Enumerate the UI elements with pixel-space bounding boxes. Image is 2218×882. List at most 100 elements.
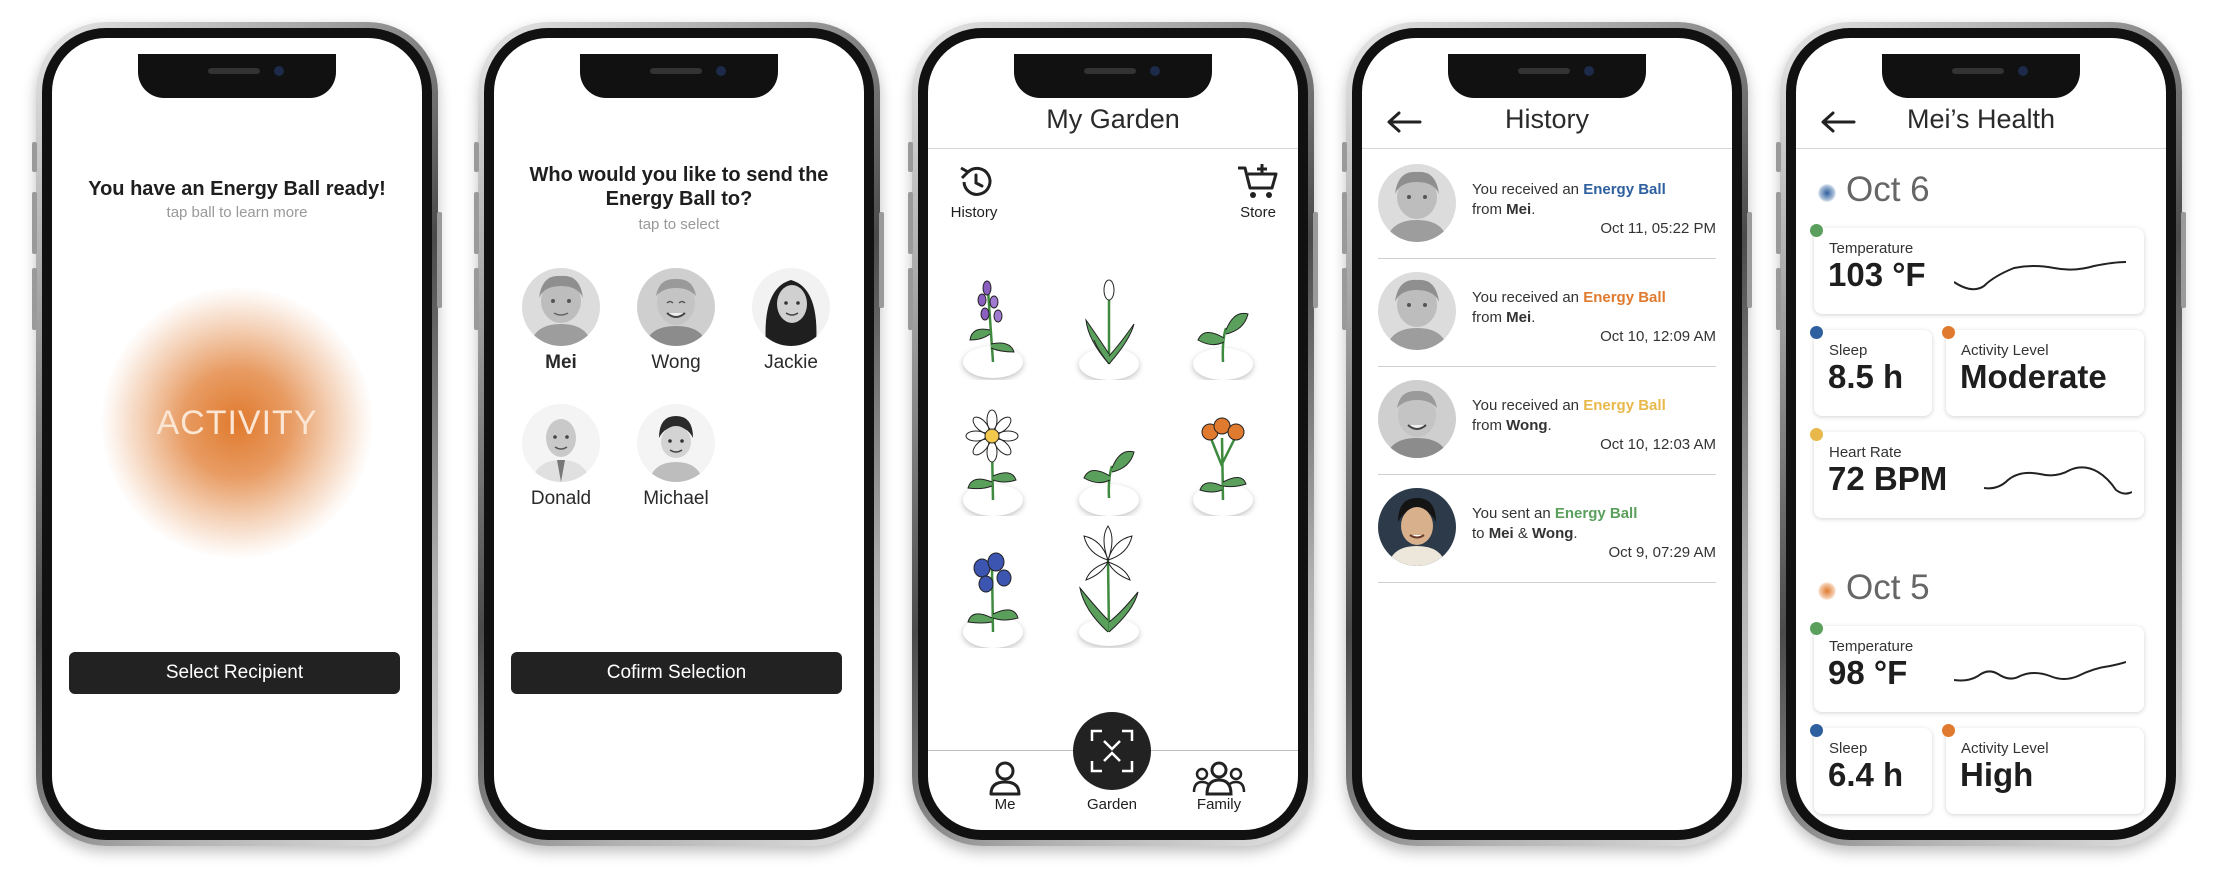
recipient-heading-line1: Who would you like to send the: [529, 164, 829, 186]
history-timestamp: Oct 11, 05:22 PM: [1600, 220, 1716, 237]
temperature-sparkline: [1954, 261, 2126, 291]
side-button: [474, 192, 479, 254]
energy-ball-tag-orange: Energy Ball: [1583, 289, 1666, 306]
day-date: Oct 5: [1846, 568, 1930, 607]
history-message: You sent an Energy Ball to Mei & Wong.: [1472, 505, 1638, 542]
avatar-wong: [1378, 380, 1456, 458]
recipient-heading-line2: Energy Ball to?: [605, 188, 753, 210]
status-dot-orange: [1942, 724, 1955, 737]
heart-rate-card[interactable]: Heart Rate 72 BPM: [1810, 428, 2144, 518]
notch: [1014, 54, 1212, 98]
history-button[interactable]: History: [940, 162, 1004, 226]
day-dot-orange: [1818, 582, 1836, 600]
sleep-card[interactable]: Sleep 6.4 h: [1810, 724, 1932, 814]
garden-scan-icon: [1073, 712, 1151, 790]
history-label: History: [950, 204, 998, 221]
heart-rate-sparkline: [1984, 466, 2132, 495]
history-row[interactable]: You received an Energy Ball from Mei. Oc…: [1378, 150, 1716, 259]
sleep-value: 6.4 h: [1828, 756, 1904, 793]
temperature-card[interactable]: Temperature 98 °F: [1810, 622, 2144, 712]
history-timestamp: Oct 10, 12:09 AM: [1600, 328, 1716, 345]
temperature-value: 103 °F: [1828, 256, 1926, 293]
status-dot-blue: [1810, 326, 1823, 339]
sleep-label: Sleep: [1829, 740, 1868, 757]
side-button: [474, 268, 479, 330]
history-row[interactable]: You sent an Energy Ball to Mei & Wong. O…: [1378, 474, 1716, 583]
avatar-mei[interactable]: [522, 268, 600, 346]
sleep-value: 8.5 h: [1828, 358, 1904, 395]
status-dot-orange: [1942, 326, 1955, 339]
status-dot-blue: [1810, 724, 1823, 737]
garden-flower-lily[interactable]: [1068, 524, 1150, 646]
garden-flower-lavender[interactable]: [952, 270, 1034, 380]
health-title-bar: Mei’s Health: [1796, 100, 2166, 149]
energy-ball-label: ACTIVITY: [156, 404, 318, 442]
phone-history: History You received an Energy Ball from…: [1342, 22, 1752, 846]
tab-me[interactable]: Me: [972, 758, 1036, 822]
temperature-sparkline: [1954, 661, 2126, 682]
history-row[interactable]: You received an Energy Ball from Wong. O…: [1378, 366, 1716, 475]
energy-ball-tag-yellow: Energy Ball: [1583, 397, 1666, 414]
screen-energy-ball: You have an Energy Ball ready! tap ball …: [52, 38, 422, 830]
side-button: [1313, 212, 1318, 308]
page-title: History: [1504, 104, 1589, 134]
status-dot-green: [1810, 622, 1823, 635]
person-name-michael: Michael: [643, 488, 709, 509]
avatar-jackie[interactable]: [752, 268, 830, 346]
garden-flower-orange-marigold[interactable]: [1182, 406, 1264, 516]
garden-flower-seedling[interactable]: [1182, 270, 1264, 380]
garden-flower-sprout-bud[interactable]: [1068, 270, 1150, 380]
side-button: [1747, 212, 1752, 308]
avatar-michael[interactable]: [637, 404, 715, 482]
side-button: [32, 192, 37, 254]
activity-card[interactable]: Activity Level Moderate: [1942, 326, 2144, 416]
family-icon: [1192, 761, 1246, 796]
side-button: [1342, 142, 1347, 172]
page-title: My Garden: [1046, 104, 1180, 134]
history-message: You received an Energy Ball from Mei.: [1472, 289, 1666, 326]
history-row[interactable]: You received an Energy Ball from Mei. Oc…: [1378, 258, 1716, 367]
history-timestamp: Oct 9, 07:29 AM: [1608, 544, 1716, 561]
tab-garden[interactable]: Garden: [1073, 712, 1151, 822]
avatar-self: [1378, 488, 1456, 566]
notch: [138, 54, 336, 98]
side-button: [32, 268, 37, 330]
energy-ball[interactable]: ACTIVITY: [102, 288, 372, 558]
cart-plus-icon: [1238, 164, 1278, 198]
tab-family[interactable]: Family: [1184, 758, 1254, 822]
status-dot-green: [1810, 224, 1823, 237]
side-button: [1776, 142, 1781, 172]
avatar-mei: [1378, 272, 1456, 350]
notch: [1882, 54, 2080, 98]
avatar-wong[interactable]: [637, 268, 715, 346]
activity-label: Activity Level: [1961, 740, 2049, 757]
select-recipient-button[interactable]: Select Recipient: [69, 652, 400, 694]
activity-card[interactable]: Activity Level High: [1942, 724, 2144, 814]
energy-ball-subheading: tap ball to learn more: [166, 204, 308, 221]
person-name-donald: Donald: [530, 488, 592, 509]
history-message: You received an Energy Ball from Mei.: [1472, 181, 1666, 218]
garden-flower-seedling-small[interactable]: [1068, 406, 1150, 516]
side-button: [1776, 192, 1781, 254]
garden-title-bar: My Garden: [928, 100, 1298, 149]
side-button: [437, 212, 442, 308]
side-button: [1342, 192, 1347, 254]
garden-flower-bluebell[interactable]: [952, 538, 1034, 648]
store-button[interactable]: Store: [1224, 162, 1288, 226]
temperature-card[interactable]: Temperature 103 °F: [1810, 224, 2144, 314]
temperature-value: 98 °F: [1828, 654, 1908, 691]
energy-ball-heading: You have an Energy Ball ready!: [88, 178, 386, 200]
avatar-donald[interactable]: [522, 404, 600, 482]
garden-flower-daisy[interactable]: [952, 406, 1034, 516]
person-name-jackie: Jackie: [764, 352, 818, 373]
notch: [1448, 54, 1646, 98]
tab-me-label: Me: [994, 796, 1016, 813]
activity-value: High: [1960, 756, 2034, 793]
temperature-label: Temperature: [1829, 638, 1914, 655]
phone-my-garden: My Garden History Store Me Garden Family: [908, 22, 1318, 846]
confirm-selection-button[interactable]: Cofirm Selection: [511, 652, 842, 694]
side-button: [474, 142, 479, 172]
day-date: Oct 6: [1846, 170, 1930, 209]
sleep-card[interactable]: Sleep 8.5 h: [1810, 326, 1932, 416]
day-dot-blue: [1818, 184, 1836, 202]
